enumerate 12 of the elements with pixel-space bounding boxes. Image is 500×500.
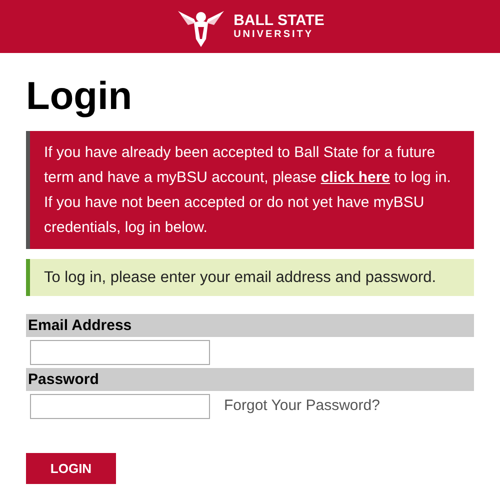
password-field[interactable] [30,394,210,419]
instruction-text: To log in, please enter your email address and password. [44,268,438,288]
logo-subtext: UNIVERSITY [234,30,315,40]
notice-text: If you have already been accepted to Ball State for a future term and have a myBSU account, please click here to log in. If you have not been accepted or do not yet have myBSU credentials, log in below. [44,143,452,238]
email-field[interactable] [30,340,210,365]
field-label: Password [26,368,474,391]
page-title: Login [26,74,134,120]
field-label: Email Address [26,314,474,337]
forgot-password-link[interactable]: Forgot Your Password? [224,395,380,418]
login-button[interactable]: LOGIN [26,453,116,484]
click-here-link[interactable]: click here [320,169,390,186]
logo-text: BALL STATE [234,13,324,28]
